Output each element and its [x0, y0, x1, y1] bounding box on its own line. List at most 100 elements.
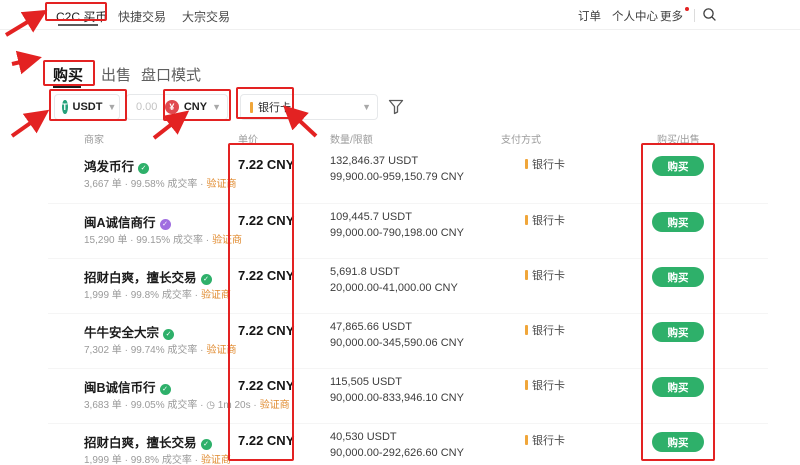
- buy-button[interactable]: 购买: [652, 432, 704, 452]
- nav-profile[interactable]: 个人中心: [612, 8, 658, 24]
- table-row: 招财白爽，擅长交易✓ 1,999 单 · 99.8% 成交率 ·验证商 7.22…: [48, 258, 768, 313]
- quantity-value: 40,530 USDT: [330, 431, 397, 443]
- nav-active-underline: [58, 24, 98, 26]
- table-row: 闽B诚信币行✓ 3,683 单 · 99.05% 成交率 · ◷ 1m 20s …: [48, 368, 768, 423]
- header-quantity-limit: 数量/限额: [330, 131, 373, 146]
- tab-orderbook-mode[interactable]: 盘口模式: [141, 64, 201, 85]
- fiat-select-value: CNY: [184, 101, 207, 113]
- verified-badge-icon: ✓: [160, 384, 171, 395]
- filter-funnel-icon[interactable]: [388, 99, 404, 120]
- tab-active-underline: [53, 85, 81, 88]
- payment-color-bar: [525, 215, 528, 225]
- nav-block-trade[interactable]: 大宗交易: [182, 8, 230, 25]
- chevron-down-icon: ▼: [107, 102, 116, 112]
- quantity-value: 47,865.66 USDT: [330, 321, 412, 333]
- c2c-trading-page: C2C 买币 快捷交易 大宗交易 订单 个人中心 更多 购买 出售 盘口模式 T…: [0, 0, 800, 465]
- buy-button[interactable]: 购买: [652, 267, 704, 287]
- limit-range: 90,000.00-292,626.60 CNY: [330, 447, 464, 459]
- top-navigation: C2C 买币 快捷交易 大宗交易 订单 个人中心 更多: [0, 0, 800, 30]
- payment-method: 银行卡: [525, 156, 565, 172]
- verified-badge-icon: ✓: [201, 439, 212, 450]
- payment-select-value: 银行卡: [258, 99, 291, 115]
- quantity-value: 5,691.8 USDT: [330, 266, 400, 278]
- verified-label: 验证商: [201, 290, 231, 301]
- verified-badge-icon: ✓: [163, 329, 174, 340]
- nav-c2c-buy[interactable]: C2C 买币: [56, 8, 107, 25]
- verified-label: 验证商: [260, 400, 290, 411]
- tab-sell[interactable]: 出售: [101, 64, 131, 85]
- limit-range: 20,000.00-41,000.00 CNY: [330, 282, 458, 294]
- limit-range: 99,900.00-959,150.79 CNY: [330, 171, 464, 183]
- nav-express-trade[interactable]: 快捷交易: [118, 8, 166, 25]
- buy-button[interactable]: 购买: [652, 156, 704, 176]
- cny-icon: ¥: [165, 100, 179, 114]
- search-icon[interactable]: [702, 7, 717, 27]
- buy-button[interactable]: 购买: [652, 377, 704, 397]
- verified-badge-icon: ✓: [201, 274, 212, 285]
- price-value: 7.22 CNY: [238, 433, 294, 448]
- payment-color-bar: [525, 270, 528, 280]
- merchant-name[interactable]: 招财白爽，擅长交易✓: [84, 432, 212, 451]
- quantity-value: 132,846.37 USDT: [330, 155, 418, 167]
- merchant-stats: 3,667 单 · 99.58% 成交率 ·验证商: [84, 175, 237, 190]
- arrow-to-usdt: [12, 112, 46, 136]
- amount-input[interactable]: 0.00: [136, 101, 165, 113]
- payment-color-bar: [525, 380, 528, 390]
- merchant-name[interactable]: 鸿发币行✓: [84, 156, 149, 175]
- payment-color-bar: [525, 325, 528, 335]
- payment-color-bar: [525, 159, 528, 169]
- verified-badge-icon: ✓: [138, 163, 149, 174]
- notification-dot: [685, 7, 689, 11]
- limit-range: 99,000.00-790,198.00 CNY: [330, 227, 464, 239]
- table-row: 鸿发币行✓ 3,667 单 · 99.58% 成交率 ·验证商 7.22 CNY…: [48, 148, 768, 203]
- limit-range: 90,000.00-345,590.06 CNY: [330, 337, 464, 349]
- merchant-name[interactable]: 招财白爽，擅长交易✓: [84, 267, 212, 286]
- payment-method-select[interactable]: 银行卡 ▼: [240, 94, 378, 120]
- verified-label: 验证商: [201, 455, 231, 465]
- payment-method: 银行卡: [525, 212, 565, 228]
- header-price: 单价: [238, 131, 258, 146]
- payment-color-bar: [525, 435, 528, 445]
- merchant-name[interactable]: 闽A诚信商行✓: [84, 212, 171, 231]
- nav-orders[interactable]: 订单: [578, 8, 601, 24]
- crypto-select-value: USDT: [73, 101, 103, 113]
- payment-method: 银行卡: [525, 377, 565, 393]
- price-value: 7.22 CNY: [238, 157, 294, 172]
- price-value: 7.22 CNY: [238, 323, 294, 338]
- price-value: 7.22 CNY: [238, 213, 294, 228]
- header-payment: 支付方式: [501, 131, 541, 146]
- merchant-stats: 7,302 单 · 99.74% 成交率 ·验证商: [84, 341, 237, 356]
- payment-method: 银行卡: [525, 432, 565, 448]
- merchant-stats: 3,683 单 · 99.05% 成交率 · ◷ 1m 20s ·验证商: [84, 396, 290, 411]
- header-action: 购买/出售: [657, 131, 700, 146]
- price-value: 7.22 CNY: [238, 268, 294, 283]
- usdt-icon: T: [62, 100, 68, 114]
- verified-label: 验证商: [207, 345, 237, 356]
- nav-more[interactable]: 更多: [660, 8, 683, 24]
- nav-divider: [694, 9, 695, 22]
- table-row: 牛牛安全大宗✓ 7,302 单 · 99.74% 成交率 ·验证商 7.22 C…: [48, 313, 768, 368]
- header-merchant: 商家: [84, 131, 104, 146]
- verified-label: 验证商: [212, 235, 242, 246]
- quantity-value: 109,445.7 USDT: [330, 211, 412, 223]
- tab-buy[interactable]: 购买: [53, 64, 83, 85]
- buy-button[interactable]: 购买: [652, 322, 704, 342]
- amount-fiat-control[interactable]: 0.00 ¥ CNY ▼: [126, 94, 228, 120]
- verified-badge-icon: ✓: [160, 219, 171, 230]
- chevron-down-icon: ▼: [212, 102, 221, 112]
- payment-method: 银行卡: [525, 267, 565, 283]
- buy-button[interactable]: 购买: [652, 212, 704, 232]
- merchant-name[interactable]: 闽B诚信币行✓: [84, 377, 171, 396]
- merchant-name[interactable]: 牛牛安全大宗✓: [84, 322, 174, 341]
- crypto-select[interactable]: T USDT ▼: [54, 94, 120, 120]
- merchant-stats: 1,999 单 · 99.8% 成交率 ·验证商: [84, 286, 231, 301]
- payment-method: 银行卡: [525, 322, 565, 338]
- limit-range: 90,000.00-833,946.10 CNY: [330, 392, 464, 404]
- arrow-to-buy-tab: [12, 58, 38, 64]
- verified-label: 验证商: [207, 179, 237, 190]
- table-row: 招财白爽，擅长交易✓ 1,999 单 · 99.8% 成交率 ·验证商 7.22…: [48, 423, 768, 465]
- quantity-value: 115,505 USDT: [330, 376, 402, 388]
- merchant-stats: 1,999 单 · 99.8% 成交率 ·验证商: [84, 451, 231, 465]
- price-value: 7.22 CNY: [238, 378, 294, 393]
- merchant-stats: 15,290 单 · 99.15% 成交率 ·验证商: [84, 231, 242, 246]
